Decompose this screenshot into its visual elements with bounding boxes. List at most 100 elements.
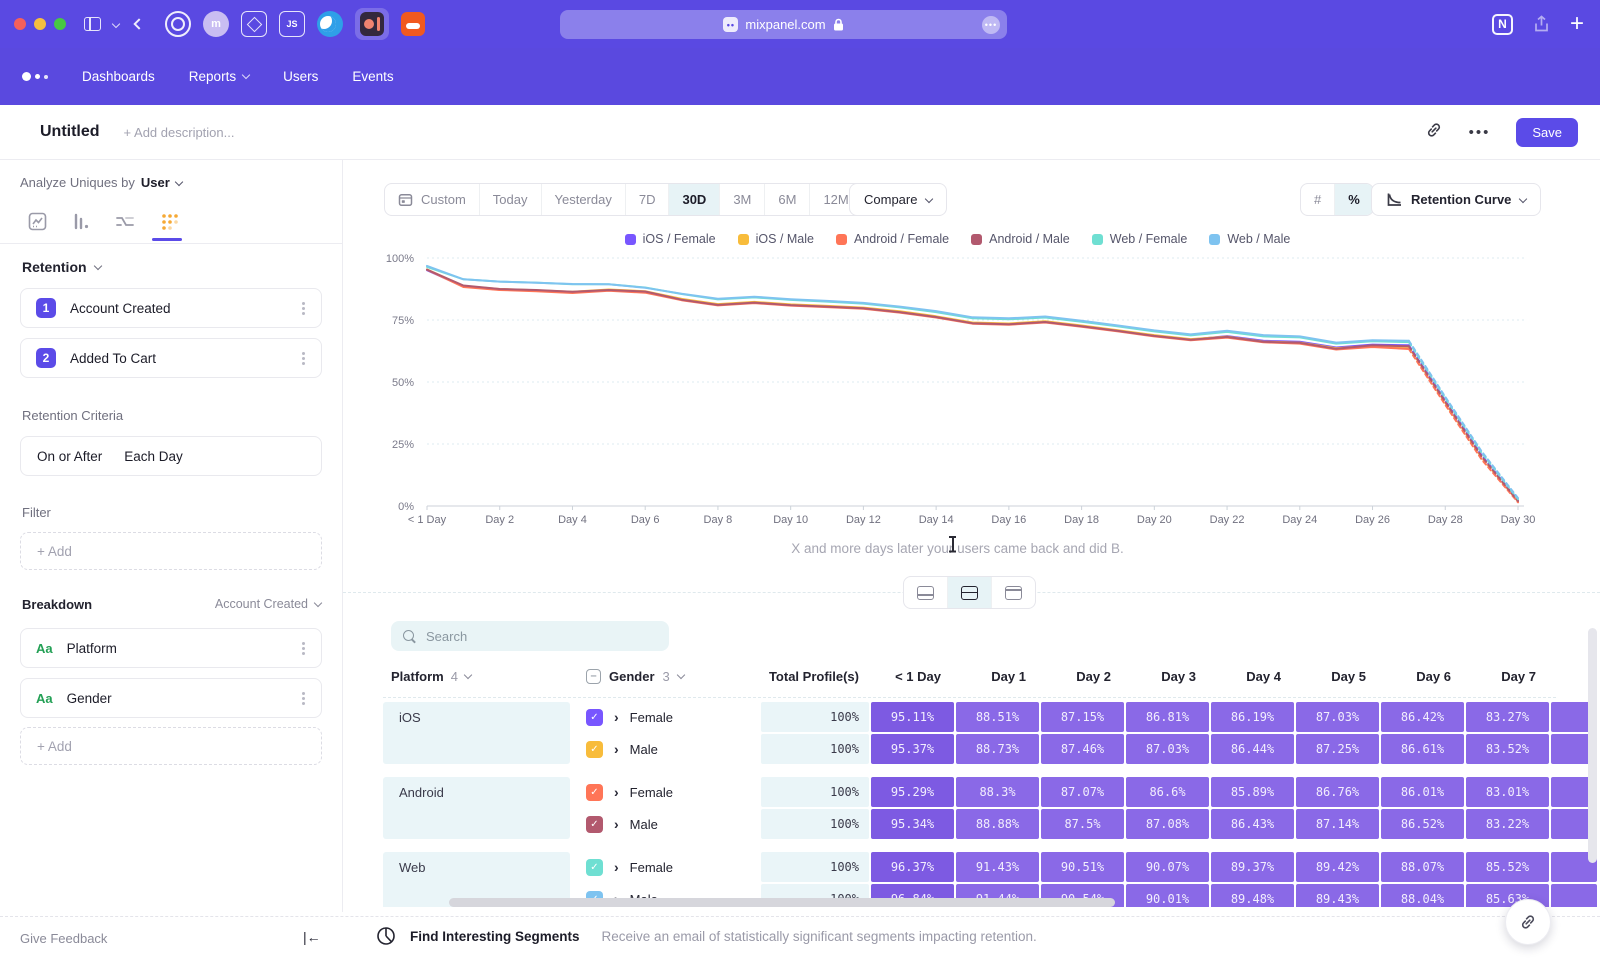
retention-value-cell[interactable]: 88.51% (956, 702, 1039, 732)
step-card-added-to-cart[interactable]: 2 Added To Cart (20, 338, 322, 378)
bird-icon[interactable] (317, 11, 343, 37)
nav-link-dashboards[interactable]: Dashboards (82, 69, 155, 84)
kebab-menu-icon[interactable] (302, 647, 305, 650)
column-header-day-3[interactable]: Day 3 (1126, 669, 1209, 684)
view-table-only-button[interactable] (991, 577, 1035, 608)
m-app-icon[interactable]: m (203, 11, 229, 37)
range-30d[interactable]: 30D (668, 184, 719, 215)
retention-value-cell[interactable]: 85.52% (1466, 852, 1549, 882)
series-checkbox[interactable]: ✓ (586, 709, 603, 726)
legend-item[interactable]: Android / Female (836, 232, 949, 246)
legend-item[interactable]: Web / Male (1209, 232, 1290, 246)
column-header-total[interactable]: Total Profile(s) (761, 669, 869, 684)
unit-percent-button[interactable]: % (1334, 184, 1373, 215)
criteria-each-day[interactable]: Each Day (124, 449, 183, 464)
vertical-scrollbar[interactable] (1588, 628, 1597, 863)
retention-value-cell[interactable]: 89.43% (1296, 884, 1379, 907)
retention-value-cell[interactable]: 95.37% (871, 734, 954, 764)
column-header-day-2[interactable]: Day 2 (1041, 669, 1124, 684)
report-title[interactable]: Untitled (40, 123, 100, 141)
column-header-gender[interactable]: – Gender 3 (572, 669, 759, 684)
expand-chevron-icon[interactable]: › (614, 709, 619, 725)
back-icon[interactable] (135, 20, 143, 28)
retention-value-cell[interactable]: 86.43% (1211, 809, 1294, 839)
add-description[interactable]: + Add description... (124, 125, 235, 140)
column-header-day-4[interactable]: Day 4 (1211, 669, 1294, 684)
analyze-uniques-control[interactable]: Analyze Uniques by User (20, 175, 182, 190)
retention-value-cell[interactable]: 86.42% (1381, 702, 1464, 732)
kebab-menu-icon[interactable] (302, 307, 305, 310)
zoom-window-icon[interactable] (54, 18, 66, 30)
range-yesterday[interactable]: Yesterday (541, 184, 625, 215)
retention-value-cell[interactable]: 86.76% (1296, 777, 1379, 807)
retention-value-cell[interactable]: 88.88% (956, 809, 1039, 839)
retention-value-cell[interactable]: 83.01% (1466, 777, 1549, 807)
retention-value-cell[interactable]: 91.43% (956, 852, 1039, 882)
table-search[interactable]: Search (391, 621, 669, 651)
series-checkbox[interactable]: ✓ (586, 816, 603, 833)
legend-item[interactable]: Web / Female (1092, 232, 1188, 246)
range-today[interactable]: Today (479, 184, 541, 215)
retention-value-cell[interactable]: 87.15% (1041, 702, 1124, 732)
retention-section-header[interactable]: Retention (22, 259, 101, 275)
mixpanel-logo-icon[interactable] (22, 72, 48, 81)
tab-funnels[interactable] (68, 208, 94, 234)
expand-chevron-icon[interactable]: › (614, 784, 619, 800)
compare-button[interactable]: Compare (849, 183, 947, 216)
retention-value-cell[interactable]: 87.5% (1041, 809, 1124, 839)
column-header-day-1[interactable]: Day 1 (956, 669, 1039, 684)
retention-value-cell[interactable]: 90.07% (1126, 852, 1209, 882)
new-tab-icon[interactable]: + (1570, 12, 1584, 36)
retention-value-cell[interactable]: 89.37% (1211, 852, 1294, 882)
retention-value-cell[interactable]: 87.08% (1126, 809, 1209, 839)
series-checkbox[interactable]: ✓ (586, 784, 603, 801)
retention-value-cell[interactable]: 86.52% (1381, 809, 1464, 839)
step-card-account-created[interactable]: 1 Account Created (20, 288, 322, 328)
platform-cell[interactable]: Android (383, 777, 570, 839)
retention-value-cell[interactable]: 85.89% (1211, 777, 1294, 807)
more-actions-icon[interactable]: ••• (1469, 124, 1491, 141)
save-button[interactable]: Save (1516, 118, 1578, 147)
retention-value-cell[interactable]: 86.01% (1381, 777, 1464, 807)
legend-item[interactable]: Android / Male (971, 232, 1070, 246)
add-breakdown-button[interactable]: + Add (20, 727, 322, 765)
horizontal-scrollbar[interactable] (449, 898, 1115, 907)
retention-value-cell[interactable]: 87.03% (1296, 702, 1379, 732)
retention-value-cell[interactable]: 88.73% (956, 734, 1039, 764)
retention-value-cell[interactable]: 83.22% (1466, 809, 1549, 839)
retention-value-cell[interactable]: 88.3% (956, 777, 1039, 807)
share-icon[interactable] (1533, 15, 1550, 33)
breakdown-card-platform[interactable]: Aa Platform (20, 628, 322, 668)
retention-value-cell[interactable]: 95.34% (871, 809, 954, 839)
view-split-button[interactable] (947, 577, 991, 608)
retention-value-cell[interactable]: 86.19% (1211, 702, 1294, 732)
column-header-platform[interactable]: Platform 4 (383, 669, 570, 684)
retention-value-cell[interactable]: 86.81% (1126, 702, 1209, 732)
range-6m[interactable]: 6M (764, 184, 809, 215)
nav-link-users[interactable]: Users (283, 69, 318, 84)
series-checkbox[interactable]: ✓ (586, 859, 603, 876)
retention-value-cell-clipped[interactable] (1551, 884, 1597, 907)
criteria-on-or-after[interactable]: On or After (37, 449, 102, 464)
retention-value-cell[interactable]: 95.29% (871, 777, 954, 807)
tab-retention[interactable] (156, 208, 182, 234)
expand-chevron-icon[interactable]: › (614, 741, 619, 757)
legend-item[interactable]: iOS / Male (738, 232, 814, 246)
retention-value-cell[interactable]: 86.44% (1211, 734, 1294, 764)
url-bar[interactable]: •• mixpanel.com ••• (560, 10, 1007, 39)
floating-share-link-button[interactable] (1505, 899, 1551, 945)
collapse-sidebar-icon[interactable]: |← (303, 929, 321, 945)
nav-link-events[interactable]: Events (352, 69, 393, 84)
breakdown-scope-selector[interactable]: Account Created (215, 597, 321, 611)
active-tab-highlight[interactable] (355, 8, 389, 40)
retention-value-cell[interactable]: 90.01% (1126, 884, 1209, 907)
retention-value-cell[interactable]: 95.11% (871, 702, 954, 732)
tab-insights[interactable] (24, 208, 50, 234)
toolbar-chevron-icon[interactable] (113, 21, 119, 27)
view-chart-only-button[interactable] (904, 577, 947, 608)
platform-cell[interactable]: iOS (383, 702, 570, 764)
retention-value-cell[interactable]: 88.07% (1381, 852, 1464, 882)
select-all-checkbox[interactable]: – (586, 669, 601, 684)
minimize-window-icon[interactable] (34, 18, 46, 30)
retention-value-cell[interactable]: 89.42% (1296, 852, 1379, 882)
